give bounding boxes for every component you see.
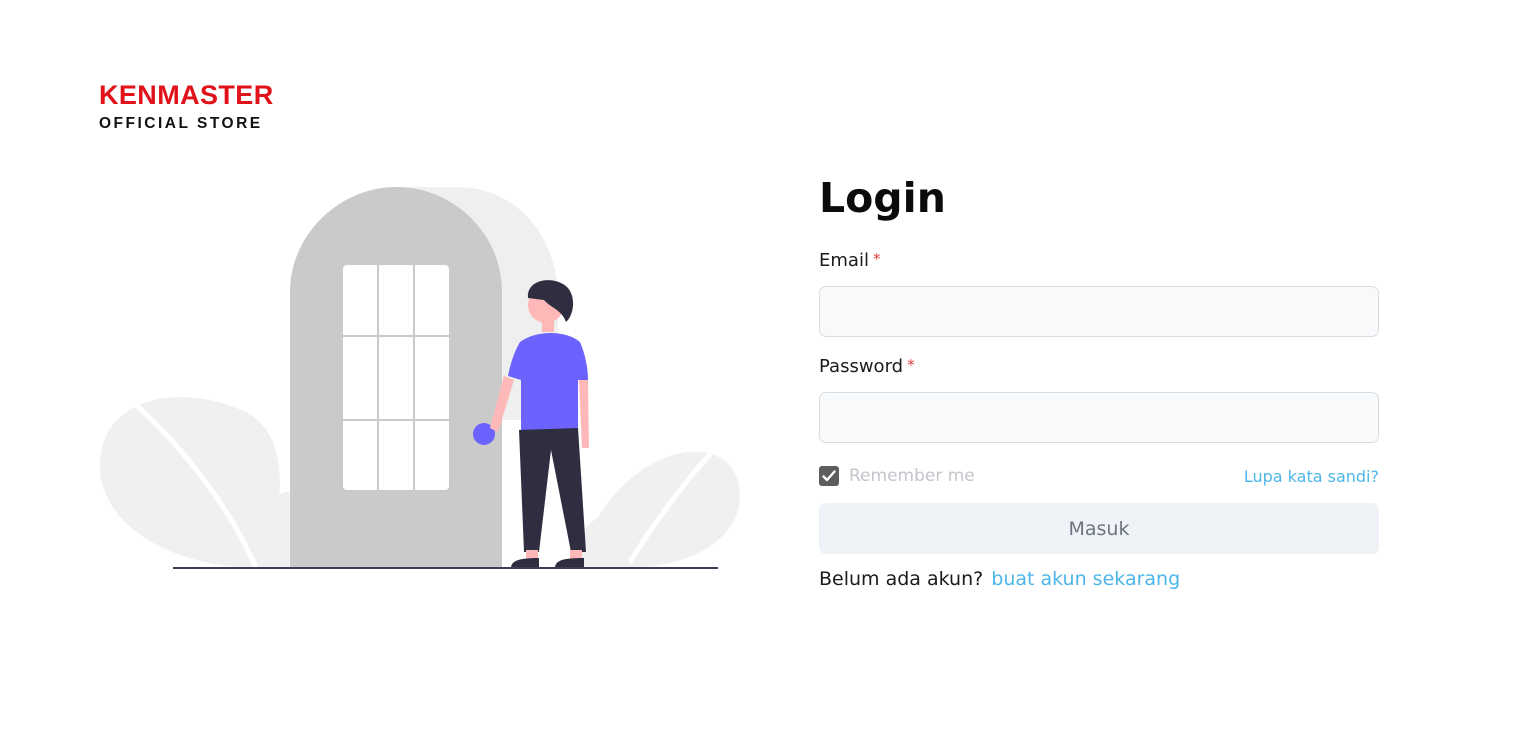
remember-me[interactable]: Remember me [819, 466, 975, 486]
brand-subtitle: OFFICIAL STORE [99, 115, 263, 132]
forgot-password-link[interactable]: Lupa kata sandi? [1244, 467, 1379, 486]
register-row: Belum ada akun? buat akun sekarang [819, 566, 1379, 592]
checkmark-icon [822, 470, 836, 482]
email-field[interactable] [819, 286, 1379, 337]
page-title: Login [819, 174, 946, 222]
password-label-text: Password [819, 356, 904, 377]
remember-me-checkbox[interactable] [819, 466, 839, 486]
password-field[interactable] [819, 392, 1379, 443]
email-label: Email * [819, 247, 1379, 271]
register-link[interactable]: buat akun sekarang [991, 568, 1180, 590]
brand-logo[interactable]: KENMASTER OFFICIAL STORE [99, 80, 283, 133]
required-marker: * [872, 250, 881, 268]
form-options-row: Remember me Lupa kata sandi? [819, 464, 1379, 488]
login-form: Login Email * Password * Remember me Lupa … [819, 170, 1379, 592]
brand-name: KENMASTER [99, 80, 274, 110]
login-illustration [96, 180, 746, 580]
register-prompt: Belum ada akun? [819, 568, 984, 590]
remember-me-label: Remember me [849, 466, 975, 486]
login-button[interactable]: Masuk [819, 503, 1379, 554]
password-label: Password * [819, 353, 1379, 377]
person-at-door-illustration [99, 187, 740, 570]
required-marker: * [907, 356, 915, 374]
login-page: KENMASTER OFFICIAL STORE Login Email * P… [0, 0, 1536, 745]
email-label-text: Email [819, 250, 869, 271]
